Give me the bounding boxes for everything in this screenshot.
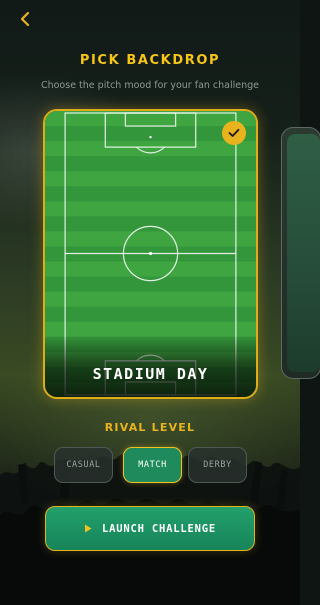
level-casual-button[interactable]: CASUAL	[54, 447, 113, 483]
check-icon	[228, 128, 240, 137]
backdrop-label: STADIUM DAY	[92, 365, 209, 383]
level-derby-button[interactable]: DERBY	[188, 447, 247, 483]
level-match-button[interactable]: MATCH	[123, 447, 182, 483]
backdrop-label-area: STADIUM DAY	[45, 335, 256, 397]
rival-level-title: RIVAL LEVEL	[104, 421, 196, 434]
backdrop-card-next[interactable]	[281, 127, 320, 379]
backdrop-card-selected[interactable]: STADIUM DAY	[43, 109, 258, 399]
back-button[interactable]	[12, 6, 38, 32]
chevron-left-icon	[20, 11, 30, 27]
page-subtitle: Choose the pitch mood for your fan chall…	[40, 80, 260, 91]
play-icon	[84, 524, 92, 533]
rival-level-selector: CASUAL MATCH DERBY	[0, 447, 300, 483]
page-title: PICK BACKDROP	[79, 53, 221, 68]
selected-check-badge	[222, 121, 246, 145]
launch-challenge-button[interactable]: LAUNCH CHALLENGE	[45, 506, 255, 551]
launch-challenge-label: LAUNCH CHALLENGE	[102, 522, 216, 535]
crowd-silhouette	[0, 453, 300, 605]
